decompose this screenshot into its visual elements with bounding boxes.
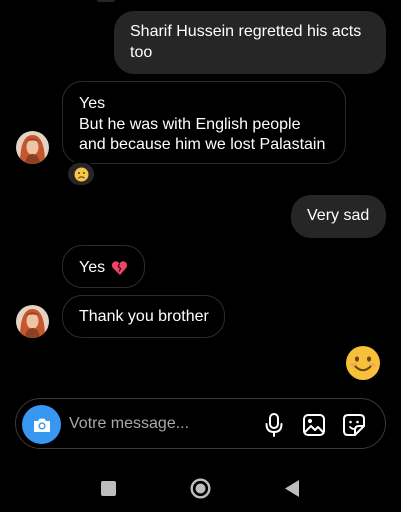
broken-heart-icon	[112, 261, 128, 275]
message-line: and because him we lost Palastain	[79, 136, 326, 153]
microphone-icon	[265, 413, 283, 437]
sent-message-bubble[interactable]: Sharif Hussein regretted his acts too	[114, 11, 386, 74]
received-message-bubble[interactable]: Yes	[62, 245, 145, 288]
gallery-icon	[303, 414, 325, 436]
avatar-image	[16, 131, 49, 164]
voice-message-button[interactable]	[261, 412, 287, 438]
message-line: But he was with English people	[79, 115, 301, 133]
message-text: Very sad	[307, 207, 370, 224]
message-line: Yes	[79, 95, 106, 112]
sticker-icon	[343, 414, 365, 436]
avatar[interactable]	[16, 131, 49, 164]
message-text: Yes	[79, 259, 106, 276]
sent-message-bubble[interactable]: Very sad	[291, 195, 386, 238]
smiling-face-emoji[interactable]	[345, 345, 381, 381]
received-message-bubble[interactable]: Thank you brother	[62, 295, 225, 338]
gallery-button[interactable]	[301, 412, 327, 438]
avatar[interactable]	[16, 305, 49, 338]
avatar-image	[16, 305, 49, 338]
sticker-button[interactable]	[341, 412, 367, 438]
message-text: Sharif Hussein regretted his acts too	[130, 23, 362, 61]
sad-face-icon	[74, 167, 88, 181]
message-input[interactable]	[69, 413, 239, 435]
circle-icon[interactable]	[190, 478, 211, 499]
camera-icon	[33, 418, 50, 432]
message-text: Thank you brother	[79, 308, 209, 325]
square-icon[interactable]	[101, 481, 116, 496]
camera-button[interactable]	[22, 405, 61, 444]
system-navigation-bar	[0, 465, 401, 512]
triangle-icon[interactable]	[284, 479, 300, 498]
sad-face-reaction[interactable]	[66, 161, 96, 187]
previous-message-edge	[96, 0, 116, 2]
received-message-bubble[interactable]: Yes But he was with English people and b…	[62, 81, 346, 164]
message-composer	[15, 398, 386, 449]
